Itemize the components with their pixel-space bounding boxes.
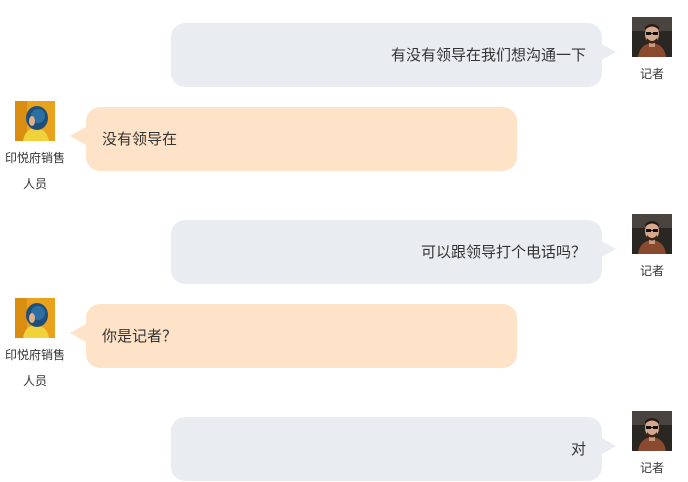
bubble-tail — [600, 437, 616, 455]
sender-name: 记者 — [639, 264, 664, 278]
message-bubble[interactable]: 没有领导在 — [86, 107, 517, 171]
sender-name: 印悦府销售人员 — [4, 151, 65, 191]
message-bubble[interactable]: 可以跟领导打个电话吗？ — [171, 220, 602, 284]
bubble-tail — [70, 324, 86, 342]
bubble-tail — [70, 127, 86, 145]
man-portrait-avatar-icon — [632, 214, 672, 254]
bubble-tail — [600, 43, 616, 61]
reporter-avatar[interactable] — [632, 17, 672, 57]
sender-name: 记者 — [639, 67, 664, 81]
message-bubble[interactable]: 有没有领导在我们想沟通一下 — [171, 23, 602, 87]
sales-avatar[interactable] — [15, 101, 55, 141]
reporter-avatar[interactable] — [632, 214, 672, 254]
message-bubble[interactable]: 你是记者？ — [86, 304, 517, 368]
sender-name: 记者 — [639, 461, 664, 475]
sales-avatar[interactable] — [15, 298, 55, 338]
bubble-tail — [600, 240, 616, 258]
man-portrait-avatar-icon — [632, 411, 672, 451]
man-portrait-avatar-icon — [632, 17, 672, 57]
blue-hair-woman-avatar-icon — [15, 298, 55, 338]
blue-hair-woman-avatar-icon — [15, 101, 55, 141]
sender-name: 印悦府销售人员 — [4, 348, 65, 388]
message-bubble[interactable]: 对 — [171, 417, 602, 481]
reporter-avatar[interactable] — [632, 411, 672, 451]
